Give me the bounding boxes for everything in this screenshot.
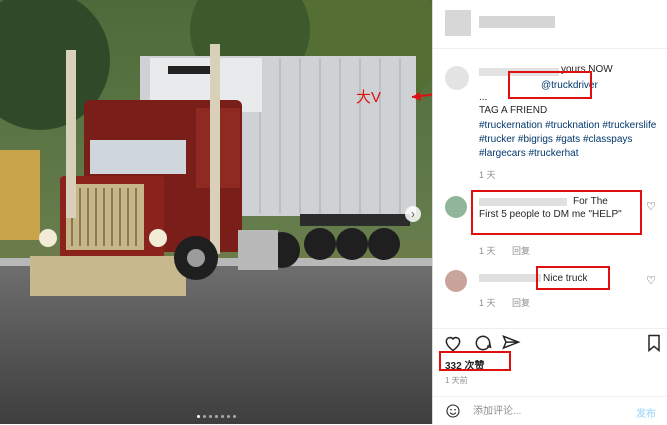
heart-icon[interactable] <box>443 333 463 353</box>
highlight-box-mention <box>508 71 592 99</box>
comment-time: 1 天 <box>479 246 496 256</box>
comment-icon[interactable] <box>473 333 493 353</box>
next-arrow-icon[interactable]: › <box>405 206 421 222</box>
carousel-dots <box>0 415 432 418</box>
caption-time: 1 天 <box>479 170 496 180</box>
author-username-redacted[interactable] <box>479 16 555 28</box>
share-icon[interactable] <box>501 333 521 353</box>
carousel-dot <box>226 415 230 418</box>
annotation-label: 大V <box>356 89 382 106</box>
highlight-box-likes <box>439 351 511 371</box>
post-comment-button[interactable]: 发布 <box>636 405 656 420</box>
comment-reply-button[interactable]: 回复 <box>512 246 530 256</box>
comment-time: 1 天 <box>479 298 496 308</box>
commenter-username-redacted[interactable] <box>479 274 541 282</box>
comment-input[interactable] <box>473 404 613 418</box>
carousel-dot <box>202 415 206 418</box>
post-header <box>433 0 667 49</box>
highlight-box-nice-truck <box>536 266 610 290</box>
bookmark-icon[interactable] <box>644 333 664 353</box>
carousel-dot <box>196 415 200 418</box>
posted-time: 1 天前 <box>445 376 468 385</box>
heart-icon[interactable]: ♡ <box>646 274 656 287</box>
heart-icon[interactable]: ♡ <box>646 200 656 213</box>
carousel-dot <box>232 415 236 418</box>
post-photo[interactable]: › <box>0 0 432 424</box>
highlight-box-comment <box>471 190 642 235</box>
caption-tag-friend: TAG A FRIEND <box>479 105 548 116</box>
carousel-dot <box>214 415 218 418</box>
carousel-dot <box>220 415 224 418</box>
truck-photo-image <box>0 0 432 424</box>
comment-meta: 1 天 回复 <box>479 244 544 257</box>
emoji-icon[interactable] <box>445 403 461 419</box>
commenter-avatar[interactable] <box>445 196 467 218</box>
caption-ellipsis: ... <box>479 92 488 103</box>
comment-bar: 发布 <box>433 396 667 425</box>
carousel-dot <box>208 415 212 418</box>
comment-meta: 1 天 回复 <box>479 296 544 309</box>
author-avatar[interactable] <box>445 10 471 36</box>
caption-avatar[interactable] <box>445 66 469 90</box>
commenter-avatar[interactable] <box>445 270 467 292</box>
comment-reply-button[interactable]: 回复 <box>512 298 530 308</box>
caption-hashtags[interactable]: #truckernation #trucknation #truckerslif… <box>479 119 661 161</box>
